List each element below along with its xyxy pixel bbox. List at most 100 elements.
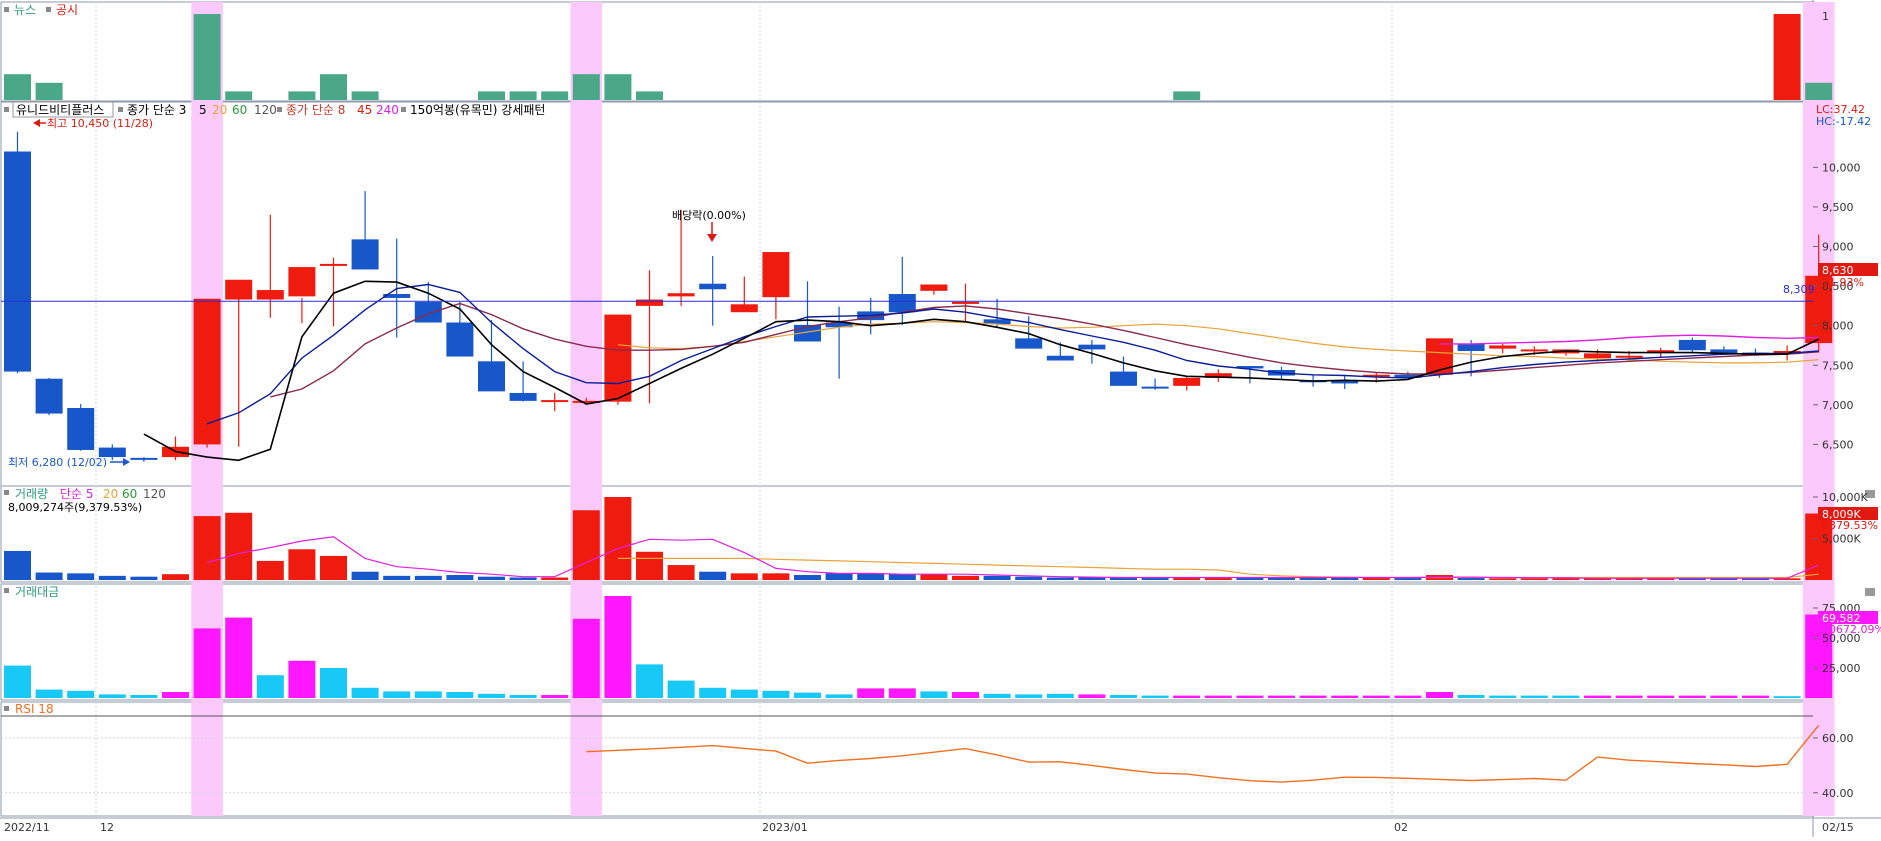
candle-down[interactable] (130, 457, 158, 460)
amount-bar[interactable] (162, 692, 189, 698)
candle-down[interactable] (1046, 355, 1074, 361)
amount-bar[interactable] (920, 691, 948, 698)
amount-bar[interactable] (541, 695, 569, 698)
amount-bar[interactable] (983, 693, 1011, 698)
volume-bar[interactable] (320, 555, 347, 580)
amount-bar[interactable] (1141, 695, 1169, 698)
amount-bar[interactable] (1015, 694, 1043, 698)
candle-down[interactable] (1078, 344, 1106, 350)
candle-up[interactable] (604, 314, 632, 402)
amount-bar[interactable] (288, 660, 316, 698)
candle-up[interactable] (952, 301, 979, 304)
amount-bar[interactable] (1520, 695, 1548, 698)
legend-checkbox-icon[interactable] (277, 107, 282, 112)
volume-bar[interactable] (1520, 578, 1548, 580)
amount-bar[interactable] (1552, 695, 1580, 698)
amount-bar[interactable] (193, 628, 221, 698)
amount-bar[interactable] (1584, 695, 1611, 698)
amount-bar[interactable] (130, 695, 158, 698)
amount-bar[interactable] (35, 689, 63, 698)
candle-down[interactable] (67, 408, 95, 450)
volume-bar[interactable] (794, 575, 821, 580)
amount-bar[interactable] (1457, 695, 1485, 698)
amount-label[interactable]: 거래대금 (15, 585, 59, 599)
rsi-label[interactable]: RSI 18 (15, 702, 54, 716)
amount-bar[interactable] (857, 688, 885, 698)
amount-bar[interactable] (1394, 695, 1422, 698)
amount-bar[interactable] (1110, 695, 1137, 698)
amount-bar[interactable] (825, 694, 853, 698)
amount-bar[interactable] (383, 691, 411, 698)
volume-bar[interactable] (162, 574, 189, 580)
candle-down[interactable] (414, 301, 442, 323)
news-label[interactable]: 뉴스 (14, 3, 36, 17)
volume-bar[interactable] (825, 573, 853, 580)
candle-up[interactable] (320, 263, 347, 266)
amount-bar[interactable] (4, 665, 31, 698)
candle-up[interactable] (1615, 355, 1643, 358)
volume-bar[interactable] (98, 575, 126, 580)
volume-bar[interactable] (983, 575, 1011, 580)
candle-up[interactable] (225, 279, 253, 300)
volume-bar[interactable] (478, 576, 505, 580)
amount-bar[interactable] (636, 664, 663, 698)
amount-bar[interactable] (1615, 695, 1643, 698)
volume-bar[interactable] (541, 577, 569, 580)
candle-up[interactable] (193, 298, 221, 445)
pattern-label[interactable]: 150억봉(유목민) 강세패턴 (410, 103, 545, 117)
news-bar[interactable] (35, 82, 63, 100)
news-bar[interactable] (193, 14, 221, 100)
volume-bar[interactable] (1078, 577, 1106, 580)
volume-bar[interactable] (4, 550, 31, 580)
news-bar[interactable] (288, 91, 316, 100)
news-bar[interactable] (1173, 91, 1201, 100)
amount-bar[interactable] (730, 689, 758, 698)
volume-bar[interactable] (857, 573, 885, 580)
legend-close-sma-2[interactable]: 종가 단순 8 (286, 103, 345, 117)
amount-bar[interactable] (1331, 695, 1359, 698)
volume-bar[interactable] (225, 512, 253, 580)
volume-bar[interactable] (667, 565, 695, 580)
volume-bar[interactable] (604, 497, 632, 580)
legend-checkbox-icon[interactable] (4, 490, 9, 495)
candle-up[interactable] (730, 304, 758, 313)
volume-bar[interactable] (509, 577, 537, 580)
amount-bar[interactable] (888, 688, 916, 698)
legend-close-sma[interactable]: 종가 단순 3 (127, 103, 186, 117)
stock-chart[interactable]: 6,5007,0007,5008,0008,5009,0009,50010,00… (0, 0, 1881, 837)
amount-bar[interactable] (98, 694, 126, 698)
volume-bar[interactable] (699, 571, 727, 580)
legend-checkbox-icon[interactable] (4, 588, 9, 593)
news-bar[interactable] (320, 74, 347, 100)
amount-bar[interactable] (256, 675, 284, 698)
volume-bar[interactable] (1015, 576, 1043, 580)
news-bar[interactable] (351, 91, 379, 100)
candle-down[interactable] (1015, 338, 1043, 349)
candle-up[interactable] (1520, 349, 1548, 352)
news-bar[interactable] (572, 74, 600, 100)
news-bar[interactable] (541, 91, 569, 100)
disclosure-bar[interactable] (1773, 14, 1801, 100)
volume-bar[interactable] (730, 573, 758, 580)
volume-bar[interactable] (446, 575, 474, 580)
news-bar[interactable] (478, 91, 505, 100)
news-bar[interactable] (1805, 82, 1833, 100)
volume-bar[interactable] (414, 575, 442, 580)
amount-bar[interactable] (414, 691, 442, 698)
volume-bar[interactable] (762, 573, 790, 580)
amount-bar[interactable] (67, 690, 95, 698)
amount-bar[interactable] (572, 618, 600, 698)
amount-bar[interactable] (699, 687, 727, 698)
amount-bar[interactable] (952, 692, 979, 698)
candle-up[interactable] (256, 290, 284, 300)
candle-up[interactable] (762, 252, 790, 298)
panel-collapse-icon[interactable] (1865, 588, 1875, 596)
candle-down[interactable] (1141, 386, 1169, 389)
news-bar[interactable] (225, 91, 253, 100)
amount-bar[interactable] (1742, 695, 1769, 698)
amount-bar[interactable] (604, 596, 632, 698)
amount-bar[interactable] (478, 693, 505, 698)
amount-bar[interactable] (762, 690, 790, 698)
candle-up[interactable] (667, 293, 695, 297)
volume-bar[interactable] (67, 573, 95, 580)
